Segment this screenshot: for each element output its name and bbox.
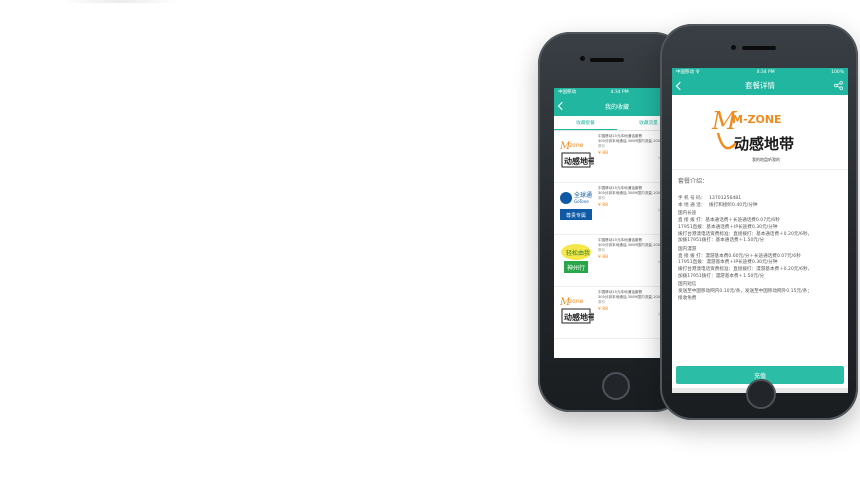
svg-text:尊贵专属: 尊贵专属 — [566, 212, 586, 219]
phone-value: 13701256481 — [709, 196, 742, 201]
local-call-label: 本 地 通 话： — [678, 202, 706, 208]
domestic-line: 加拨17951拨打：基本通话费＋1.50元/分 — [678, 238, 765, 244]
svg-text:我的地盘听我的: 我的地盘听我的 — [752, 156, 780, 162]
battery-text: 100% — [831, 69, 844, 75]
svg-text:动感地带: 动感地带 — [734, 135, 794, 153]
domestic-line: 直 接 拨 打：基本通话费＋长途通话费0.07元/6秒 — [678, 218, 780, 224]
svg-text:全球通: 全球通 — [574, 191, 592, 199]
svg-text:zone: zone — [569, 298, 584, 305]
svg-text:zone: zone — [569, 142, 584, 149]
phone-camera — [580, 56, 585, 61]
carrier-text: 中国移动 — [558, 90, 576, 95]
back-arrow-icon[interactable] — [557, 101, 567, 111]
tab-favorite-plans[interactable]: 收藏套餐 — [554, 116, 617, 130]
page-title: 套餐详情 — [745, 81, 775, 90]
roaming-line: 加拨17951拨打：漫游基本费＋1.50元/分 — [678, 273, 765, 279]
mzone-logo-icon: M zone 动感地带 — [557, 290, 595, 332]
phone-label: 手 机 号 码： — [678, 196, 706, 201]
phone-speaker — [590, 58, 624, 62]
mzone-logo-icon: M zone 动感地带 — [557, 134, 595, 176]
roaming-line: 拨打台港澳电话资费标准：直接拨打：漫游基本费＋0.20元/6秒， — [678, 267, 813, 273]
svg-text:动感地带: 动感地带 — [564, 156, 594, 166]
status-time: 4:34 PM — [610, 89, 629, 95]
svg-text:轻松由我: 轻松由我 — [566, 249, 590, 257]
domestic-line: 17951直拨：基本通话费＋IP长途费0.30元/分钟 — [678, 224, 778, 230]
decorative-shadow — [60, 0, 180, 3]
gotone-logo-icon: 全球通 GoTone 尊贵专属 — [557, 186, 595, 228]
home-button — [602, 372, 630, 400]
page-title: 我的收藏 — [604, 103, 629, 111]
sms-line: 接收免费 — [678, 295, 697, 301]
roaming-title: 国内漫游 — [678, 246, 697, 252]
status-time: 4:34 PM — [756, 69, 775, 75]
plan-details: 手 机 号 码： 13701256481 本 地 通 话： 拨打和接听0.40元/分… — [672, 192, 848, 307]
svg-text:神州行: 神州行 — [567, 264, 585, 272]
nav-bar: 套餐详情 — [672, 76, 848, 95]
shenzhouxing-logo-icon: 轻松由我 神州行 — [557, 238, 595, 280]
tab-label: 收藏套餐 — [576, 120, 595, 126]
home-button — [746, 379, 776, 409]
svg-text:M-ZONE: M-ZONE — [732, 113, 782, 126]
status-bar: 中国移动 令 4:34 PM 100% — [672, 68, 848, 76]
svg-text:动感地带: 动感地带 — [564, 312, 594, 322]
carrier-text: 中国移动 令 — [676, 70, 700, 75]
phone-speaker — [742, 46, 776, 50]
share-icon[interactable] — [834, 81, 843, 90]
sms-line: 发送至中国移动网内0.10元/条，发送至中国移动网外0.15元/条； — [678, 289, 812, 295]
plan-detail-screen: 中国移动 令 4:34 PM 100% 套餐详情 M M-ZONE 动感地带 我… — [672, 68, 848, 393]
phone-front: 中国移动 令 4:34 PM 100% 套餐详情 M M-ZONE 动感地带 我… — [660, 24, 858, 420]
svg-text:GoTone: GoTone — [574, 199, 589, 204]
intro-title: 套餐介绍： — [678, 178, 709, 185]
brand-banner: M M-ZONE 动感地带 我的地盘听我的 — [672, 95, 848, 170]
back-arrow-icon[interactable] — [675, 81, 685, 90]
local-call-value: 拨打和接听0.40元/分钟 — [709, 202, 758, 208]
mzone-brand-logo-icon: M M-ZONE 动感地带 我的地盘听我的 — [711, 107, 794, 162]
tab-label: 收藏流量 — [639, 121, 658, 126]
phone-camera — [731, 45, 736, 50]
